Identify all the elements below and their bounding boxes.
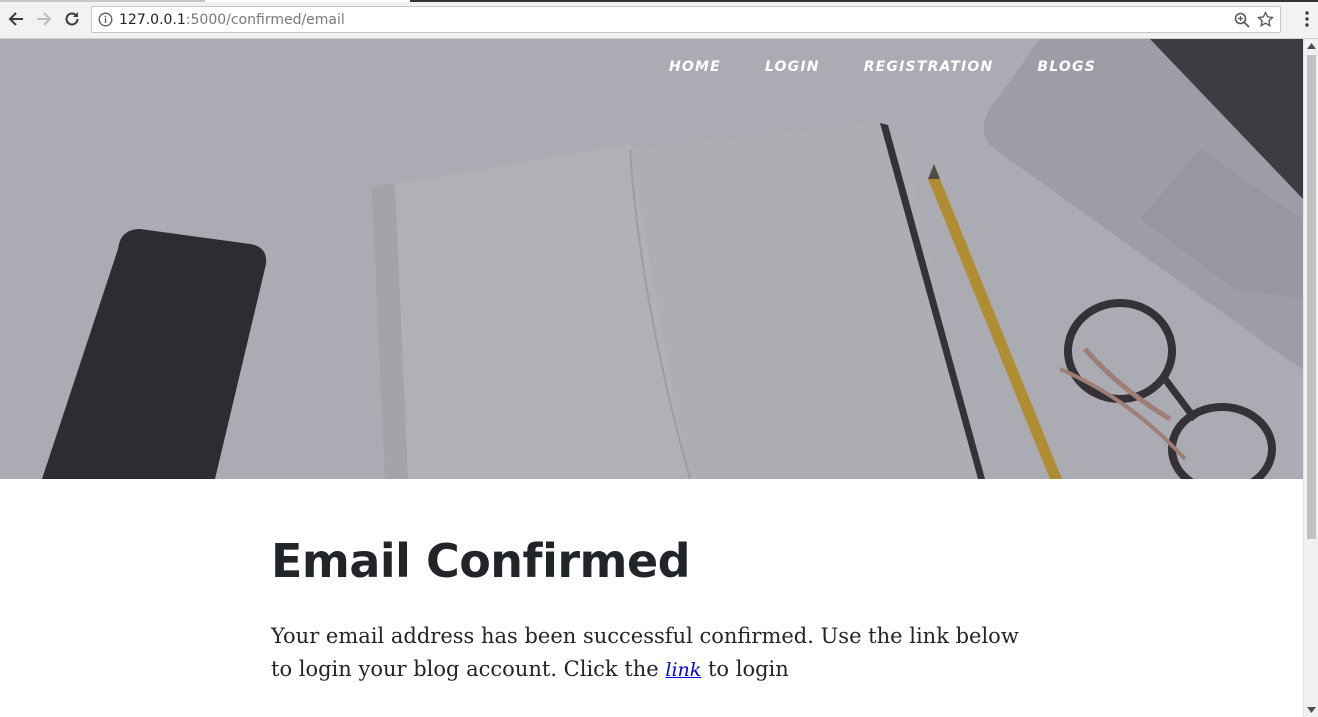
nav-home[interactable]: HOME (669, 59, 721, 75)
page-title: Email Confirmed (271, 534, 691, 588)
url-text[interactable]: 127.0.0.1:5000/confirmed/email (119, 12, 345, 28)
forward-button[interactable] (33, 8, 55, 30)
bookmark-star-icon[interactable] (1257, 11, 1274, 28)
nav-blogs[interactable]: BLOGS (1037, 59, 1096, 75)
scroll-down-icon[interactable] (1307, 707, 1316, 713)
message-text: Your email address has been successful c… (271, 624, 1019, 681)
hero-overlay (0, 39, 1303, 479)
arrow-right-icon (37, 12, 52, 26)
reload-icon (65, 12, 79, 26)
tab-strip (0, 0, 1318, 2)
main-nav: HOME LOGIN REGISTRATION BLOGS (625, 59, 1096, 75)
arrow-left-icon (8, 12, 23, 26)
nav-login[interactable]: LOGIN (765, 59, 820, 75)
reload-button[interactable] (61, 8, 83, 30)
browser-menu-icon[interactable] (1304, 10, 1310, 28)
zoom-icon[interactable] (1234, 12, 1250, 28)
message-text-end: to login (701, 657, 789, 681)
login-link[interactable]: link (665, 659, 701, 681)
main-content: Email Confirmed Your email address has b… (271, 530, 1031, 687)
confirmation-message: Your email address has been successful c… (271, 620, 1031, 687)
browser-toolbar: 127.0.0.1:5000/confirmed/email (0, 0, 1318, 39)
info-icon[interactable] (98, 12, 113, 27)
back-button[interactable] (5, 8, 27, 30)
url-host: 127.0.0.1 (119, 12, 186, 28)
page-scrollbar[interactable] (1303, 39, 1318, 717)
nav-registration[interactable]: REGISTRATION (864, 59, 994, 75)
address-bar[interactable]: 127.0.0.1:5000/confirmed/email (91, 6, 1281, 33)
hero-header: HOME LOGIN REGISTRATION BLOGS (0, 39, 1303, 479)
scrollbar-thumb[interactable] (1307, 55, 1316, 539)
url-path: :5000/confirmed/email (185, 12, 345, 28)
scroll-up-icon[interactable] (1307, 43, 1316, 49)
